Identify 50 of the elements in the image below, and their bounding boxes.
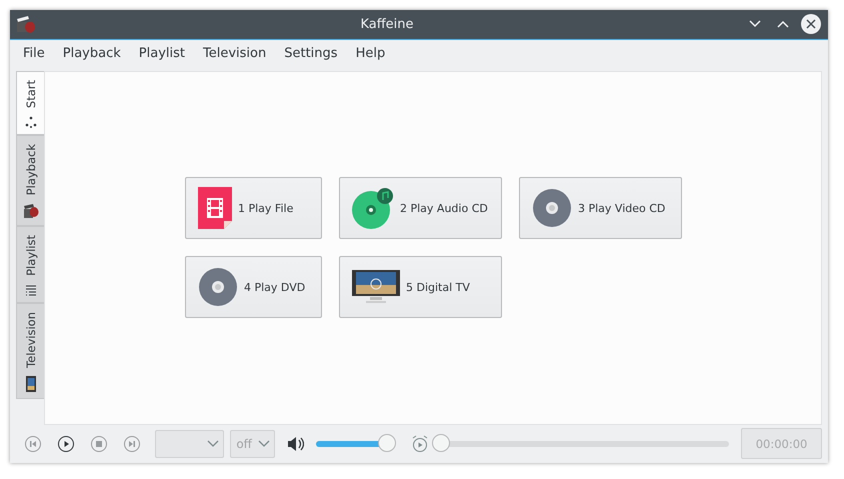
play-icon: [56, 434, 75, 453]
side-tab[interactable]: Playlist: [16, 226, 44, 303]
volume-handle[interactable]: [378, 434, 396, 452]
button-label: 4 Play DVD: [244, 280, 306, 294]
menu-item[interactable]: Playback: [54, 42, 130, 64]
film-file-icon: [198, 187, 232, 230]
start-button[interactable]: 2 Play Audio CD: [339, 177, 502, 240]
menu-item[interactable]: Help: [346, 42, 394, 64]
dropdown-value: off: [236, 436, 252, 451]
side-tab[interactable]: Start: [16, 70, 44, 135]
side-tab[interactable]: Television: [16, 302, 44, 399]
tab-label: Playlist: [24, 235, 38, 276]
disc-icon: [198, 267, 238, 308]
button-label: 2 Play Audio CD: [400, 202, 488, 215]
close-button[interactable]: [800, 13, 822, 36]
start-button[interactable]: 4 Play DVD: [185, 256, 322, 318]
speaker-icon: [286, 436, 304, 452]
skip-forward-icon: [123, 434, 142, 453]
caret-icon: [258, 440, 270, 448]
time-display: 00:00:00: [741, 428, 822, 460]
skip-back-icon: [24, 434, 42, 453]
button-label: 3 Play Video CD: [578, 202, 666, 215]
menu-item[interactable]: File: [14, 42, 54, 64]
chevron-up-icon: [777, 20, 789, 28]
monitor-icon: [352, 270, 400, 304]
seek-handle[interactable]: [432, 434, 450, 452]
window-title: Kaffeine: [359, 16, 415, 32]
chevron-down-icon: [749, 20, 761, 28]
disc-icon: [532, 188, 572, 228]
tab-label: Television: [24, 312, 38, 368]
side-tab[interactable]: Playback: [16, 134, 44, 226]
tab-label: Start: [24, 80, 38, 108]
start-button[interactable]: 3 Play Video CD: [519, 177, 682, 240]
button-label: 5 Digital TV: [406, 280, 470, 294]
play-timer-icon: [411, 434, 428, 453]
dots-icon: [24, 116, 36, 128]
music-disc-icon: [352, 187, 394, 230]
list-icon: [24, 284, 36, 296]
app-logo-icon: [16, 15, 36, 34]
start-button[interactable]: 1 Play File: [185, 177, 322, 240]
button-label: 1 Play File: [238, 202, 294, 215]
tv-icon: [26, 376, 36, 392]
tab-label: Playback: [24, 144, 38, 196]
menu-item[interactable]: Television: [194, 42, 276, 64]
stop-icon: [90, 434, 108, 453]
caret-icon: [207, 440, 220, 448]
start-button[interactable]: 5 Digital TV: [339, 256, 502, 318]
clapperboard-icon: [22, 203, 38, 220]
menu-item[interactable]: Playlist: [130, 42, 194, 64]
menu-item[interactable]: Settings: [275, 42, 347, 64]
